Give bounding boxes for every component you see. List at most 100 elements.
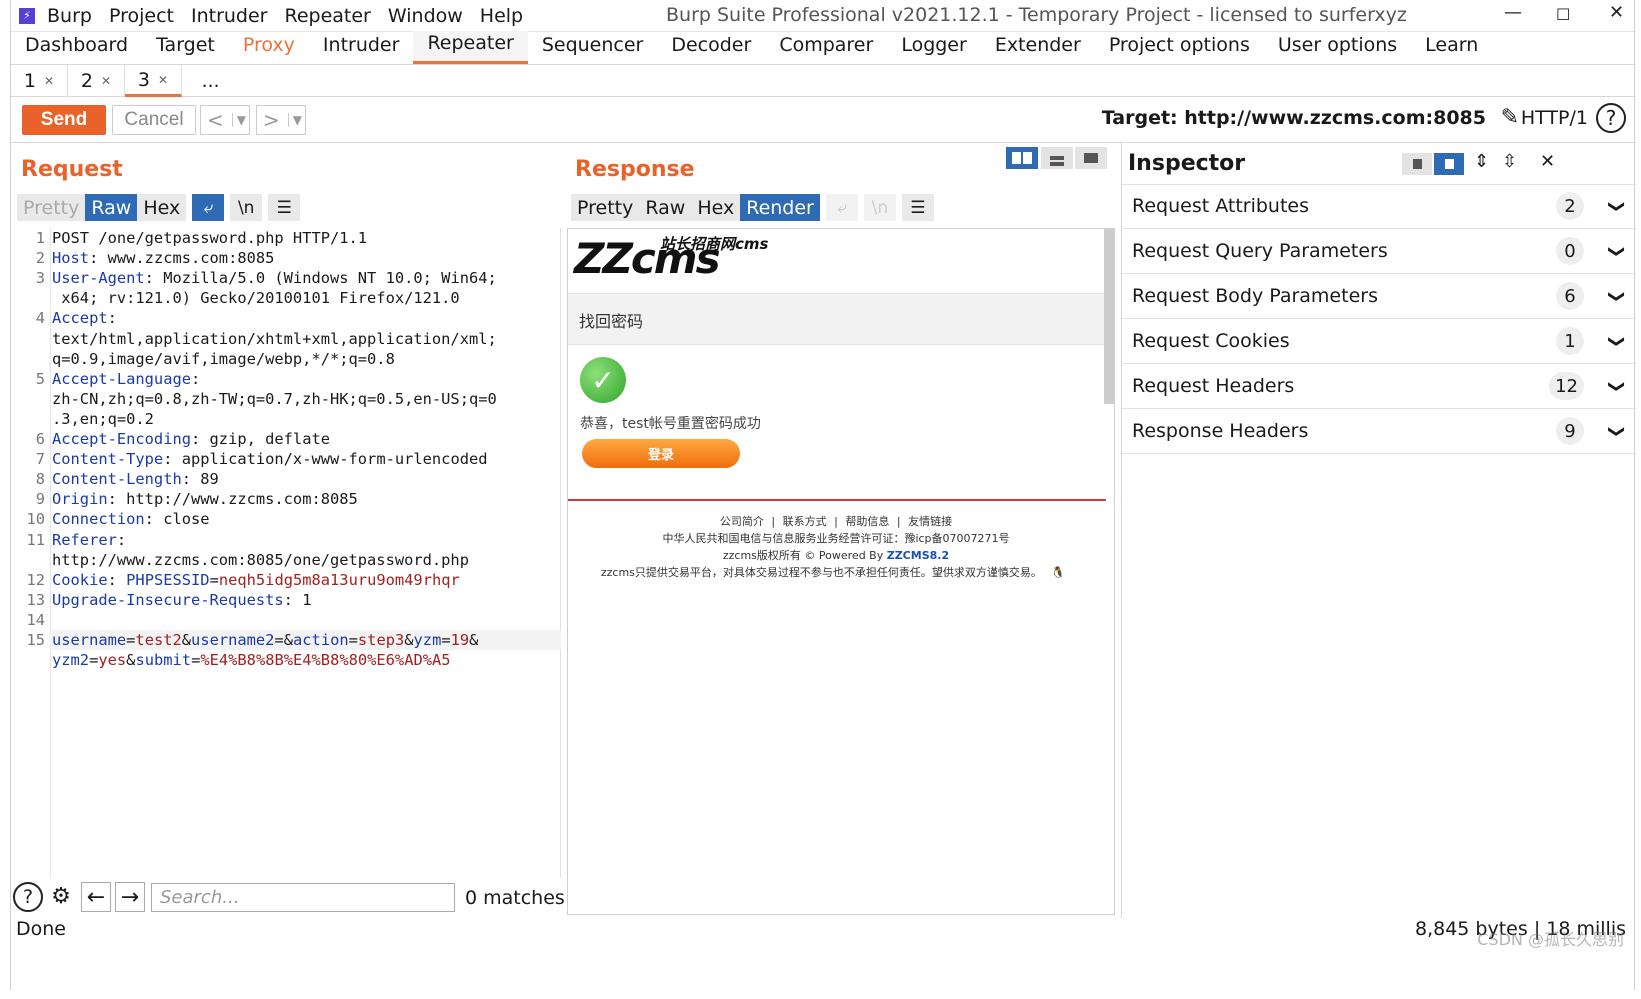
inspector-row-body-params[interactable]: Request Body Parameters 6 ❯	[1122, 274, 1636, 319]
close-tab-icon[interactable]: ✕	[101, 74, 111, 88]
render-scrollbar[interactable]	[1104, 229, 1114, 404]
menu-burp[interactable]: Burp	[47, 5, 92, 27]
next-match-icon[interactable]: →	[115, 882, 145, 912]
powered-by-brand[interactable]: ZZCMS8.2	[887, 549, 949, 562]
inspector-row-request-headers[interactable]: Request Headers 12 ❯	[1122, 364, 1636, 409]
tab-logger[interactable]: Logger	[887, 31, 981, 64]
body-param-line: yzm2=yes&submit=%E4%B8%8B%E4%B8%80%E6%AD…	[52, 650, 451, 670]
response-view-render[interactable]: Render	[740, 194, 820, 221]
header-value: zh-CN,zh;q=0.8,zh-TW;q=0.7,zh-HK;q=0.5,e…	[52, 389, 497, 408]
qq-penguin-icon[interactable]: 🐧	[1051, 566, 1065, 579]
send-button[interactable]: Send	[22, 105, 106, 135]
close-tab-icon[interactable]: ✕	[158, 73, 168, 87]
tab-decoder[interactable]: Decoder	[657, 31, 765, 64]
request-view-pretty[interactable]: Pretty	[17, 194, 86, 221]
inspector-row-cookies[interactable]: Request Cookies 1 ❯	[1122, 319, 1636, 364]
dropdown-icon[interactable]: ▼	[287, 113, 302, 127]
inspector-row-response-headers[interactable]: Response Headers 9 ❯	[1122, 409, 1636, 454]
header-value: : http://www.zzcms.com:8085	[107, 490, 358, 509]
wrap-lines-icon[interactable]: ⤶	[192, 194, 225, 221]
footer-link[interactable]: 帮助信息	[845, 515, 889, 528]
settings-gear-icon[interactable]: ⚙	[46, 881, 76, 911]
menu-window[interactable]: Window	[388, 5, 463, 27]
search-input[interactable]: Search...	[151, 883, 455, 912]
back-arrow-icon: <	[207, 108, 224, 132]
close-tab-icon[interactable]: ✕	[44, 74, 54, 88]
inspector-row-count: 0	[1556, 237, 1584, 265]
tab-target[interactable]: Target	[142, 31, 229, 64]
show-newlines-button[interactable]: \n	[230, 194, 263, 221]
close-icon[interactable]: ✕	[1609, 2, 1624, 23]
menu-intruder[interactable]: Intruder	[191, 5, 268, 27]
footer-powered: zzcms版权所有 © Powered By ZZCMS8.2	[568, 547, 1104, 563]
layout-stacked-icon[interactable]	[1041, 147, 1073, 169]
param-value: %E4%B8%8B%E4%B8%80%E6%AD%A5	[200, 651, 451, 670]
inspector-row-query-params[interactable]: Request Query Parameters 0 ❯	[1122, 229, 1636, 274]
response-view-pretty[interactable]: Pretty	[571, 194, 640, 221]
header-value: q=0.9,image/avif,image/webp,*/*;q=0.8	[52, 349, 395, 368]
menu-icon[interactable]: ☰	[268, 194, 301, 221]
chevron-down-icon[interactable]: ❯	[1608, 199, 1627, 212]
footer-link[interactable]: 公司简介	[720, 515, 764, 528]
tab-proxy[interactable]: Proxy	[229, 31, 309, 64]
http-version-toggle[interactable]: HTTP/1	[1521, 107, 1588, 129]
footer-links: 公司简介 | 联系方式 | 帮助信息 | 友情链接	[568, 513, 1104, 529]
tab-comparer[interactable]: Comparer	[765, 31, 887, 64]
layout-tabs-icon[interactable]	[1075, 147, 1107, 169]
inspector-dock-left-icon[interactable]	[1402, 153, 1432, 175]
cancel-button[interactable]: Cancel	[112, 105, 196, 135]
tab-sequencer[interactable]: Sequencer	[528, 31, 658, 64]
help-icon[interactable]: ?	[13, 882, 43, 912]
chevron-down-icon[interactable]: ❯	[1608, 244, 1627, 257]
response-view-hex[interactable]: Hex	[691, 194, 741, 221]
login-button[interactable]: 登录	[582, 439, 740, 468]
tab-user-options[interactable]: User options	[1264, 31, 1411, 64]
history-back-button[interactable]: < ▼	[200, 105, 250, 135]
tab-intruder[interactable]: Intruder	[309, 31, 414, 64]
help-icon[interactable]: ?	[1596, 103, 1626, 133]
request-view-hex[interactable]: Hex	[137, 194, 187, 221]
layout-side-by-side-icon[interactable]	[1006, 147, 1038, 169]
edit-target-icon[interactable]: ✎	[1501, 105, 1519, 130]
repeater-tab-2[interactable]: 2 ✕	[68, 65, 125, 97]
tab-dashboard[interactable]: Dashboard	[11, 31, 142, 64]
code-line: Host: www.zzcms.com:8085	[52, 248, 274, 268]
menu-help[interactable]: Help	[480, 5, 523, 27]
repeater-tab-1[interactable]: 1 ✕	[11, 65, 68, 97]
minimize-icon[interactable]: —	[1504, 2, 1522, 23]
inspector-row-request-attributes[interactable]: Request Attributes 2 ❯	[1122, 184, 1636, 229]
line-number: 10	[26, 510, 45, 529]
header-name: Cookie	[52, 570, 108, 589]
menu-project[interactable]: Project	[109, 5, 174, 27]
header-name: User-Agent	[52, 269, 145, 288]
chevron-down-icon[interactable]: ❯	[1608, 424, 1627, 437]
inspector-dock-right-icon[interactable]	[1434, 153, 1464, 175]
watermark: CSDN @孤长久思别	[1477, 930, 1624, 949]
request-view-raw[interactable]: Raw	[85, 194, 138, 221]
response-view-raw[interactable]: Raw	[639, 194, 692, 221]
dropdown-icon[interactable]: ▼	[231, 113, 246, 127]
collapse-all-icon[interactable]: ⇳	[1502, 151, 1517, 172]
chevron-down-icon[interactable]: ❯	[1608, 379, 1627, 392]
footer-link[interactable]: 联系方式	[783, 515, 827, 528]
previous-match-icon[interactable]: ←	[81, 882, 111, 912]
tab-learn[interactable]: Learn	[1411, 31, 1492, 64]
title-bar: ⚡ Burp Project Intruder Repeater Window …	[11, 0, 1634, 32]
tab-repeater[interactable]: Repeater	[413, 31, 528, 64]
chevron-down-icon[interactable]: ❯	[1608, 289, 1627, 302]
tab-project-options[interactable]: Project options	[1095, 31, 1264, 64]
repeater-tab-new[interactable]: ...	[182, 65, 239, 97]
expand-all-icon[interactable]: ⇕	[1474, 151, 1489, 172]
close-inspector-icon[interactable]: ✕	[1540, 151, 1555, 172]
maximize-icon[interactable]: ☐	[1556, 5, 1570, 24]
inspector-row-label: Request Query Parameters	[1132, 240, 1388, 262]
menu-repeater[interactable]: Repeater	[284, 5, 370, 27]
param-eq: =	[441, 631, 451, 649]
repeater-tab-3[interactable]: 3 ✕	[125, 65, 182, 97]
request-editor[interactable]: 1 POST /one/getpassword.php HTTP/1.1 2 Host…	[21, 228, 561, 878]
chevron-down-icon[interactable]: ❯	[1608, 334, 1627, 347]
menu-icon[interactable]: ☰	[901, 194, 934, 221]
footer-link[interactable]: 友情链接	[908, 515, 952, 528]
history-forward-button[interactable]: > ▼	[256, 105, 306, 135]
tab-extender[interactable]: Extender	[981, 31, 1095, 64]
